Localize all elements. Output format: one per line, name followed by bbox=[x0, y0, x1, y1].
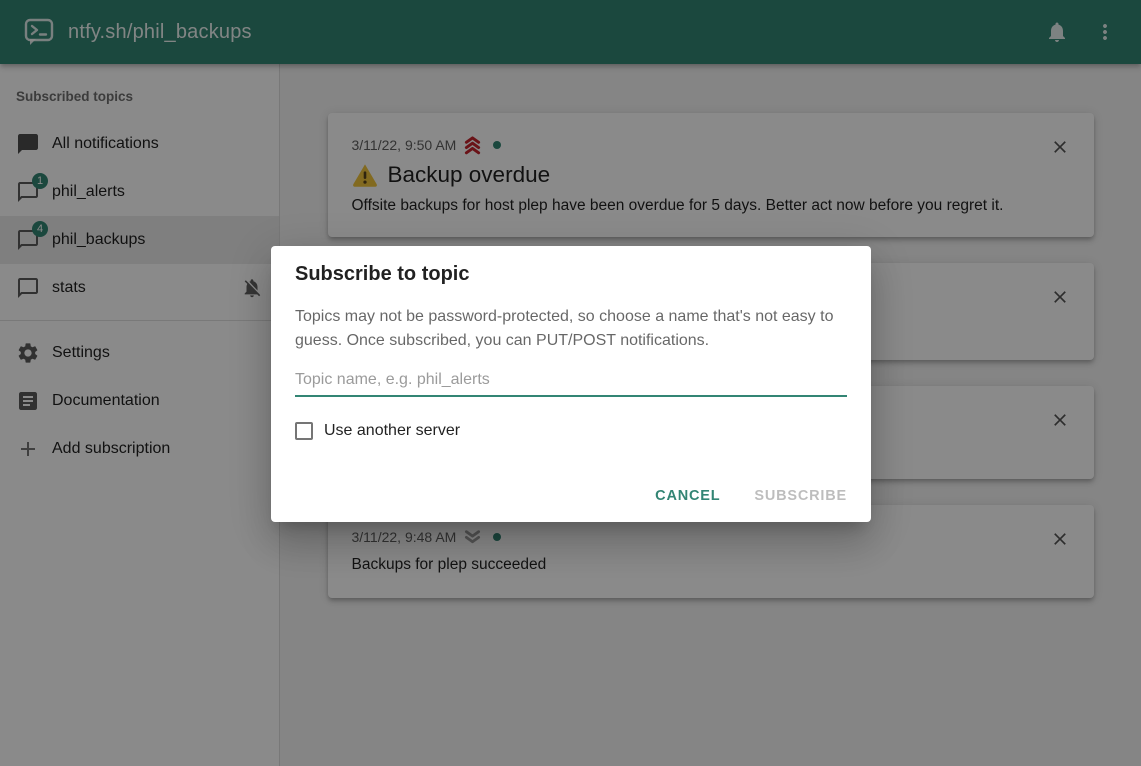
use-another-server-row[interactable]: Use another server bbox=[295, 422, 847, 440]
dialog-title: Subscribe to topic bbox=[271, 246, 871, 286]
topic-name-input[interactable] bbox=[295, 367, 847, 397]
subscribe-button[interactable]: SUBSCRIBE bbox=[738, 478, 863, 514]
dialog-actions: CANCEL SUBSCRIBE bbox=[271, 470, 871, 522]
cancel-button[interactable]: CANCEL bbox=[639, 478, 736, 514]
dialog-description: Topics may not be password-protected, so… bbox=[295, 305, 847, 353]
subscribe-to-topic-dialog: Subscribe to topic Topics may not be pas… bbox=[271, 246, 871, 522]
use-another-server-checkbox[interactable] bbox=[295, 422, 313, 440]
checkbox-label: Use another server bbox=[324, 422, 460, 440]
